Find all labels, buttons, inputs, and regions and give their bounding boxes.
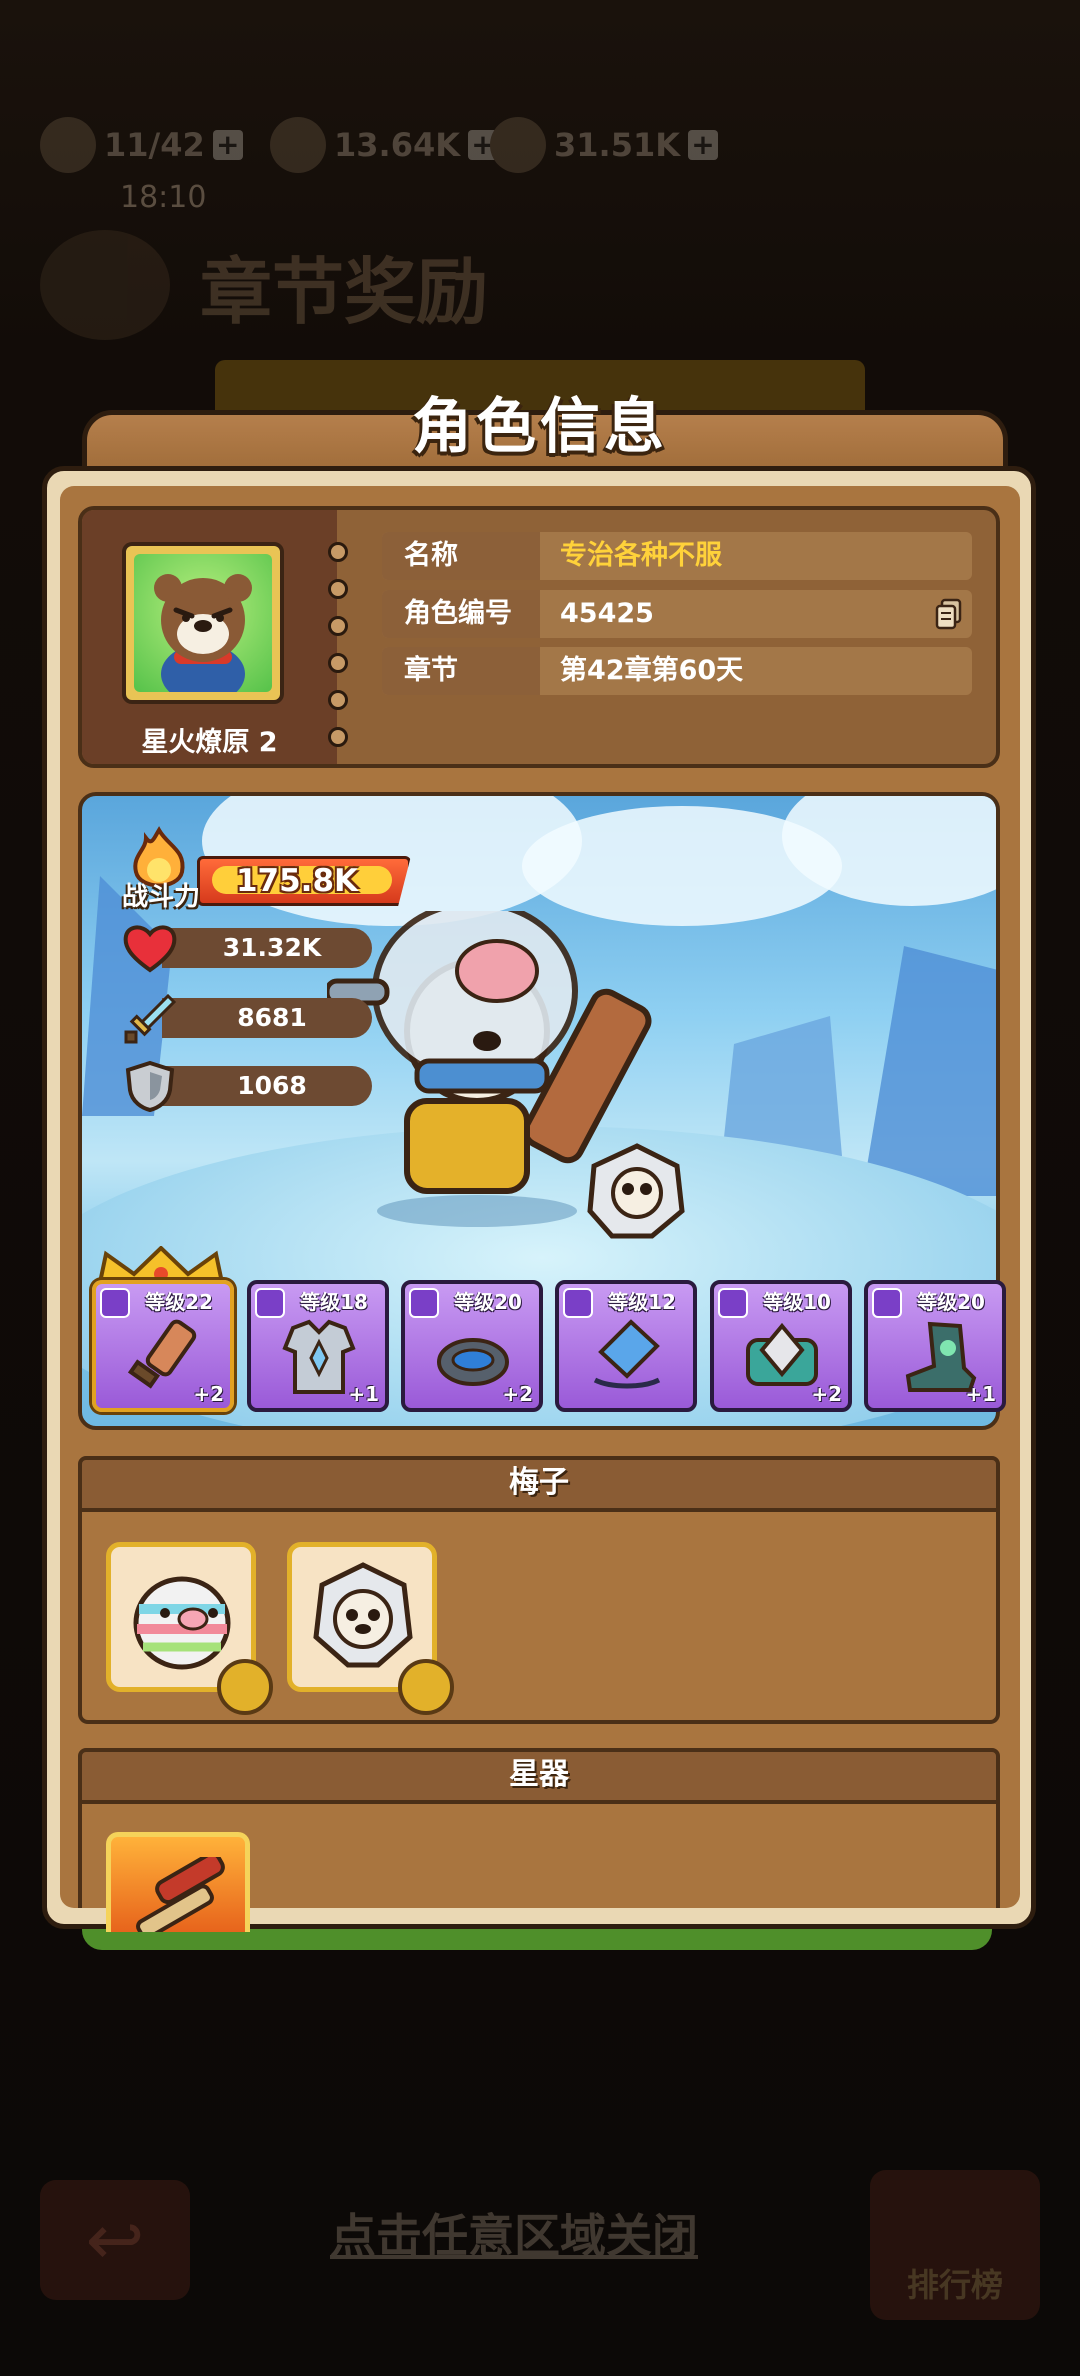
gear-bear-pet — [587, 1143, 685, 1239]
bear-avatar-icon — [154, 574, 252, 692]
equip-slot-weapon[interactable]: 等级22 +2 — [92, 1280, 234, 1412]
gem-icon — [270, 117, 326, 173]
pets-section-header: 梅子 — [78, 1456, 1000, 1512]
equip-level: 等级20 — [454, 1290, 522, 1314]
equip-plus: +1 — [965, 1382, 996, 1406]
info-row-chapter: 章节 第42章第60天 — [382, 647, 972, 695]
info-label: 角色编号 — [382, 590, 540, 638]
pet-slot[interactable] — [106, 1542, 273, 1715]
equip-plus: +2 — [502, 1382, 533, 1406]
gem-value: 13.64K — [334, 126, 461, 164]
stat-defense: 1068 — [122, 1060, 382, 1112]
character-id-value: 45425 — [560, 598, 654, 629]
background-page-title: 章节奖励 — [40, 230, 1040, 340]
leaderboard-button[interactable]: 排行榜 — [870, 2170, 1040, 2320]
upgrade-hammer-icon[interactable] — [398, 1659, 454, 1715]
character-name-value: 专治各种不服 — [560, 540, 722, 571]
defense-value: 1068 — [237, 1071, 307, 1100]
timer-text: 18:10 — [120, 180, 207, 215]
striped-pig-pet-icon — [133, 1576, 231, 1670]
equip-level: 等级10 — [763, 1290, 831, 1314]
hp-value: 31.32K — [222, 933, 322, 962]
top-resource-bar: 11/42 + 13.64K + 31.51K + — [40, 110, 1040, 180]
equip-slot-belt[interactable]: 等级10 +2 — [710, 1280, 852, 1412]
coin-value: 31.51K — [554, 126, 681, 164]
info-row-name: 名称 专治各种不服 — [382, 532, 972, 580]
tap-to-close-hint[interactable]: 点击任意区域关闭 — [330, 2200, 698, 2266]
star-section-header: 星器 — [78, 1748, 1000, 1804]
stat-hp: 31.32K — [122, 922, 382, 973]
energy-value: 11/42 — [104, 126, 205, 164]
equip-level: 等级18 — [300, 1290, 368, 1314]
equip-level: 等级20 — [917, 1290, 985, 1314]
energy-stat: 11/42 + — [40, 110, 243, 180]
chapter-value: 第42章第60天 — [560, 655, 744, 686]
binder-rings — [328, 542, 348, 747]
equip-level: 等级22 — [145, 1290, 213, 1314]
bottom-bar: ↩ 点击任意区域关闭 排行榜 — [40, 2170, 1040, 2340]
heart-icon — [123, 925, 177, 973]
equip-plus: +1 — [348, 1382, 379, 1406]
player-name: 星火燎原 2 — [141, 727, 278, 758]
equip-slot-boots[interactable]: 等级20 +1 — [864, 1280, 1006, 1412]
lightning-icon — [40, 117, 96, 173]
power-value: 175.8K — [235, 863, 359, 899]
shield-icon — [125, 1060, 175, 1112]
necklace-icon — [593, 1319, 661, 1389]
sword-icon — [124, 993, 177, 1044]
equip-slot-armor[interactable]: 等级18 +1 — [247, 1280, 389, 1412]
equip-slot-ring[interactable]: 等级20 +2 — [401, 1280, 543, 1412]
equip-plus: +2 — [811, 1382, 842, 1406]
back-button[interactable]: ↩ — [40, 2180, 190, 2300]
equip-slot-necklace[interactable]: 等级12 — [555, 1280, 697, 1412]
plus-icon: + — [212, 130, 243, 160]
coin-stat: 31.51K + — [490, 110, 719, 180]
profile-card: 星火燎原 2 名称 专治各种不服 角色编号 45425 章节 第42章第60天 — [78, 506, 1000, 768]
equip-plus: +2 — [193, 1382, 224, 1406]
star-item-slot[interactable] — [106, 1832, 250, 1932]
info-label: 名称 — [382, 532, 540, 580]
equip-level: 等级12 — [608, 1290, 676, 1314]
power-label: 战斗力 — [122, 882, 201, 912]
info-row-id: 角色编号 45425 — [382, 590, 972, 638]
plus-icon: + — [688, 130, 719, 160]
stat-attack: 8681 — [122, 992, 382, 1044]
attack-value: 8681 — [237, 1003, 307, 1032]
modal-title: 角色信息 — [412, 392, 668, 462]
chapter-emblem-icon — [40, 230, 170, 340]
upgrade-hammer-icon[interactable] — [217, 1659, 273, 1715]
pet-slot[interactable] — [287, 1542, 454, 1715]
star-weapon-icon — [136, 1857, 225, 1932]
avatar[interactable] — [122, 542, 284, 704]
gear-bear-pet-icon — [313, 1562, 413, 1668]
gem-stat: 13.64K + — [270, 110, 499, 180]
profile-avatar-area: 星火燎原 2 — [82, 510, 337, 764]
info-label: 章节 — [382, 647, 540, 695]
coin-icon — [490, 117, 546, 173]
copy-icon[interactable] — [934, 598, 964, 630]
